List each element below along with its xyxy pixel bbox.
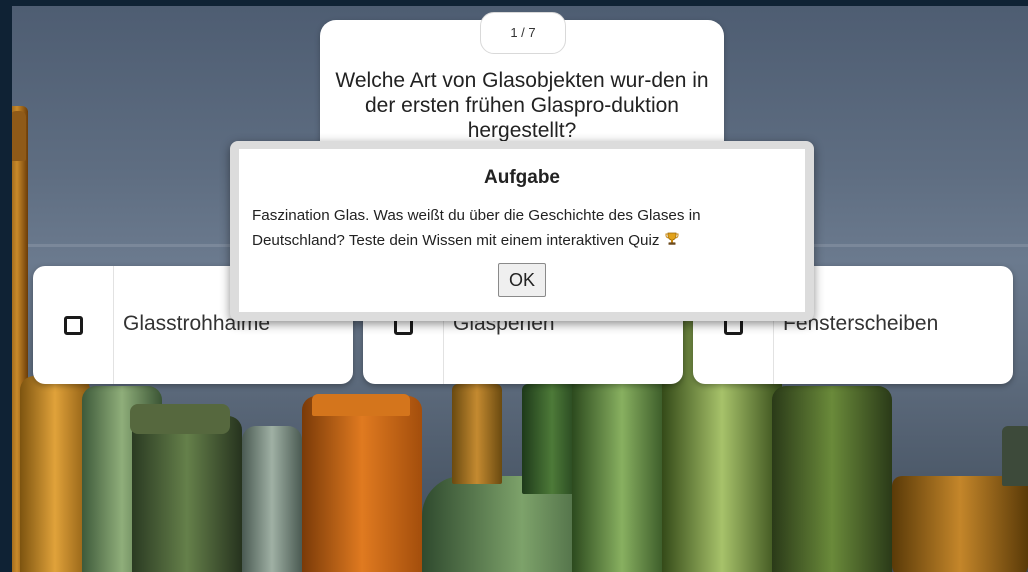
question-counter: 1 / 7 xyxy=(480,12,566,54)
dialog-message-block: Faszination Glas. Was weißt du über die … xyxy=(252,203,797,253)
dialog-title: Aufgabe xyxy=(484,167,560,188)
answer-divider xyxy=(113,266,114,384)
task-dialog: Aufgabe Faszination Glas. Was weißt du ü… xyxy=(230,141,814,321)
dialog-message: Faszination Glas. Was weißt du über die … xyxy=(252,207,701,249)
question-text: Welche Art von Glasobjekten wur-den in d… xyxy=(335,69,709,142)
ok-button[interactable]: OK xyxy=(498,263,546,297)
checkbox-icon[interactable] xyxy=(64,316,83,335)
trophy-icon xyxy=(665,232,679,245)
